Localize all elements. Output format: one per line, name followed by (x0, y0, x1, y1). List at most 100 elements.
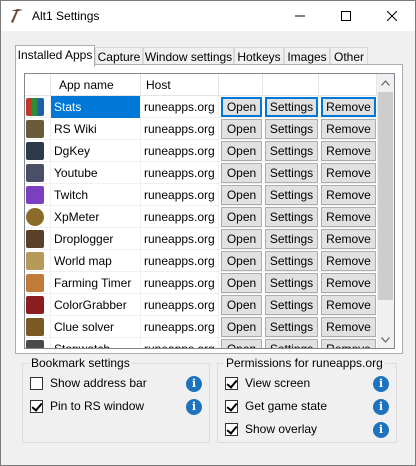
pin-to-rs-window-checkbox[interactable] (30, 400, 43, 413)
remove-button[interactable]: Remove (321, 251, 376, 271)
open-button[interactable]: Open (221, 229, 262, 249)
open-button[interactable]: Open (221, 119, 262, 139)
settings-button[interactable]: Settings (265, 295, 318, 315)
open-button[interactable]: Open (221, 339, 262, 348)
show-overlay-option[interactable]: Show overlay (225, 421, 345, 439)
settings-button[interactable]: Settings (265, 119, 318, 139)
view-screen-checkbox[interactable] (225, 377, 238, 390)
app-name-cell[interactable]: XpMeter (51, 206, 141, 228)
app-name-cell[interactable]: DgKey (51, 140, 141, 162)
settings-button[interactable]: Settings (265, 141, 318, 161)
host-cell: runeapps.org (141, 338, 219, 348)
vertical-scrollbar[interactable] (377, 74, 394, 348)
tab-installed-apps[interactable]: Installed Apps (15, 45, 95, 67)
table-row[interactable]: Stats runeapps.org Open Settings Remove (25, 96, 377, 118)
settings-button[interactable]: Settings (265, 317, 318, 337)
app-name-cell[interactable]: Youtube (51, 162, 141, 184)
icon-cell (25, 294, 51, 316)
close-button[interactable] (369, 1, 415, 31)
show-address-bar-option[interactable]: Show address bar (30, 375, 150, 393)
settings-button[interactable]: Settings (265, 229, 318, 249)
settings-button[interactable]: Settings (265, 207, 318, 227)
view-screen-option[interactable]: View screen (225, 375, 345, 393)
info-icon[interactable]: i (373, 399, 389, 415)
settings-column-header[interactable] (263, 74, 319, 95)
table-row[interactable]: ColorGrabber runeapps.org Open Settings Remo… (25, 294, 377, 316)
open-button[interactable]: Open (221, 185, 262, 205)
open-button[interactable]: Open (221, 317, 262, 337)
open-button[interactable]: Open (221, 207, 262, 227)
remove-button[interactable]: Remove (321, 295, 376, 315)
table-row[interactable]: World map runeapps.org Open Settings Remove (25, 250, 377, 272)
host-cell: runeapps.org (141, 184, 219, 206)
chevron-down-icon (381, 336, 390, 343)
title-bar[interactable]: Alt1 Settings (1, 1, 415, 31)
icon-column-header[interactable] (25, 74, 51, 95)
open-button[interactable]: Open (221, 295, 262, 315)
open-button[interactable]: Open (221, 97, 262, 117)
scroll-down-arrow[interactable] (377, 331, 394, 348)
host-cell: runeapps.org (141, 206, 219, 228)
table-row[interactable]: XpMeter runeapps.org Open Settings Remove (25, 206, 377, 228)
table-row[interactable]: Youtube runeapps.org Open Settings Remove (25, 162, 377, 184)
app-name-cell[interactable]: Twitch (51, 184, 141, 206)
show-address-bar-checkbox[interactable] (30, 377, 43, 390)
get-game-state-checkbox[interactable] (225, 400, 238, 413)
info-icon[interactable]: i (373, 422, 389, 438)
app-name-cell[interactable]: RS Wiki (51, 118, 141, 140)
scroll-up-arrow[interactable] (377, 74, 394, 91)
minimize-button[interactable] (277, 1, 323, 31)
app-name-cell[interactable]: ColorGrabber (51, 294, 141, 316)
remove-button[interactable]: Remove (321, 273, 376, 293)
settings-button[interactable]: Settings (265, 251, 318, 271)
rs-wiki-icon (26, 120, 44, 138)
apps-table[interactable]: App name Host Stats runeapps.org Open Setti… (24, 73, 395, 349)
settings-button[interactable]: Settings (265, 185, 318, 205)
maximize-button[interactable] (323, 1, 369, 31)
host-column-header[interactable]: Host (141, 74, 219, 95)
app-name-cell[interactable]: Clue solver (51, 316, 141, 338)
show-overlay-checkbox[interactable] (225, 423, 238, 436)
info-icon[interactable]: i (186, 399, 202, 415)
remove-button[interactable]: Remove (321, 229, 376, 249)
table-row[interactable]: Stopwatch runeapps.org Open Settings Remove (25, 338, 377, 348)
settings-button[interactable]: Settings (265, 273, 318, 293)
table-row[interactable]: Farming Timer runeapps.org Open Settings Rem… (25, 272, 377, 294)
app-name-cell[interactable]: Farming Timer (51, 272, 141, 294)
scrollbar-thumb[interactable] (378, 92, 393, 300)
table-row[interactable]: RS Wiki runeapps.org Open Settings Remove (25, 118, 377, 140)
table-header: App name Host (25, 74, 377, 96)
table-row[interactable]: DgKey runeapps.org Open Settings Remove (25, 140, 377, 162)
remove-button[interactable]: Remove (321, 141, 376, 161)
open-column-header[interactable] (219, 74, 263, 95)
app-name-cell[interactable]: Stats (51, 96, 141, 118)
info-icon[interactable]: i (186, 376, 202, 392)
open-button[interactable]: Open (221, 141, 262, 161)
remove-button[interactable]: Remove (321, 163, 376, 183)
open-button[interactable]: Open (221, 251, 262, 271)
app-name-column-header[interactable]: App name (51, 74, 141, 95)
settings-button[interactable]: Settings (265, 339, 318, 348)
pin-to-rs-window-option[interactable]: Pin to RS window (30, 398, 150, 416)
info-icon[interactable]: i (373, 376, 389, 392)
remove-button[interactable]: Remove (321, 317, 376, 337)
get-game-state-option[interactable]: Get game state (225, 398, 345, 416)
app-name-cell[interactable]: Droplogger (51, 228, 141, 250)
table-row[interactable]: Twitch runeapps.org Open Settings Remove (25, 184, 377, 206)
remove-button[interactable]: Remove (321, 339, 376, 348)
open-button[interactable]: Open (221, 273, 262, 293)
remove-button[interactable]: Remove (321, 207, 376, 227)
open-button[interactable]: Open (221, 163, 262, 183)
remove-button[interactable]: Remove (321, 97, 376, 117)
remove-button[interactable]: Remove (321, 119, 376, 139)
remove-column-header[interactable] (319, 74, 377, 95)
host-cell: runeapps.org (141, 272, 219, 294)
settings-button[interactable]: Settings (265, 97, 318, 117)
app-name-cell[interactable]: World map (51, 250, 141, 272)
app-name-cell[interactable]: Stopwatch (51, 338, 141, 348)
table-row[interactable]: Clue solver runeapps.org Open Settings Remov… (25, 316, 377, 338)
chevron-up-icon (381, 79, 390, 86)
table-row[interactable]: Droplogger runeapps.org Open Settings Remove (25, 228, 377, 250)
remove-button[interactable]: Remove (321, 185, 376, 205)
settings-button[interactable]: Settings (265, 163, 318, 183)
